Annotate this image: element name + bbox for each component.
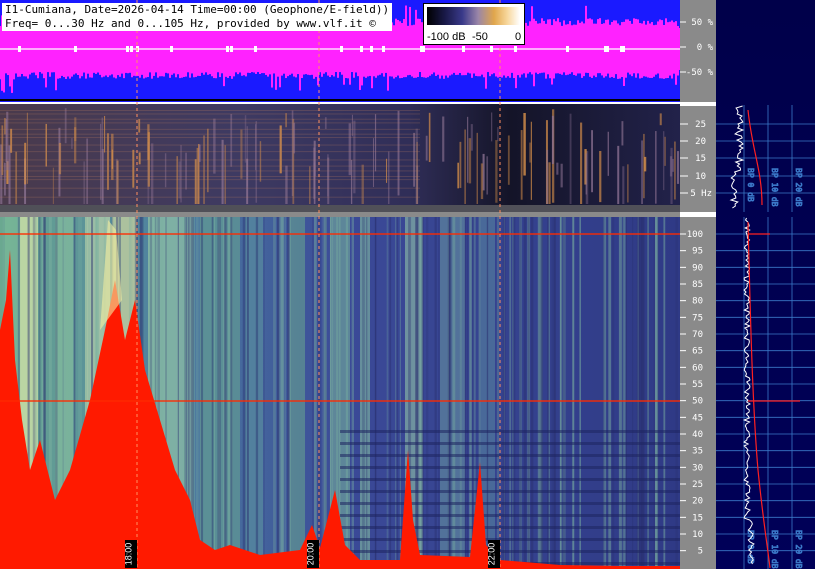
profile-panel: BP 0 dB BP 10 dB BP 20 dB BP 0 dB BP 10 dB BP… <box>716 0 815 569</box>
color-scale-max: 0 <box>515 31 522 43</box>
high-freq-axis-label: 85 <box>692 280 703 290</box>
high-freq-axis-label: 75 <box>692 313 703 323</box>
high-freq-axis-label: 50 <box>692 397 703 407</box>
time-marker-20: 20:00 <box>305 540 319 568</box>
high-freq-axis-label: 100 <box>687 230 703 240</box>
spectrogram-canvas: 50 %0 %-50 %252015105 Hz1009590858075706… <box>0 0 815 569</box>
header-line-1: I1-Cumiana, Date=2026-04-14 Time=00:00 (… <box>5 3 390 16</box>
low-frequency-spectrogram <box>0 104 680 212</box>
profile-axis-label-upper: BP 0 dB <box>746 168 755 202</box>
color-scale-min: -100 dB <box>427 31 466 43</box>
low-freq-axis-label: 10 <box>695 172 706 182</box>
low-freq-axis-label: 20 <box>695 137 706 147</box>
high-freq-axis-label: 60 <box>692 363 703 373</box>
color-scale-mid: -50 <box>472 31 488 43</box>
high-freq-axis-label: 70 <box>692 330 703 340</box>
low-freq-axis-label: 5 Hz <box>690 189 712 199</box>
color-scale-gradient <box>427 7 520 25</box>
profile-axis-label-lower: BP 0 dB <box>746 530 755 564</box>
profile-axis-label-lower: BP 20 dB <box>794 530 803 569</box>
high-freq-axis-label: 10 <box>692 530 703 540</box>
high-freq-axis-label: 25 <box>692 480 703 490</box>
high-frequency-spectrogram <box>0 217 680 569</box>
amplitude-axis-label: 0 % <box>697 43 714 53</box>
low-freq-axis-label: 25 <box>695 120 706 130</box>
high-freq-axis-label: 90 <box>692 263 703 273</box>
high-freq-axis-label: 15 <box>692 513 703 523</box>
high-freq-axis-label: 65 <box>692 347 703 357</box>
amplitude-axis-label: 50 % <box>691 18 713 28</box>
time-marker-18: 18:00 <box>123 540 137 568</box>
high-freq-axis-label: 80 <box>692 297 703 307</box>
high-freq-axis-label: 40 <box>692 430 703 440</box>
high-freq-axis-label: 95 <box>692 247 703 257</box>
high-freq-axis-label: 30 <box>692 463 703 473</box>
profile-axis-label-lower: BP 10 dB <box>770 530 779 569</box>
color-scale-legend: -100 dB -50 0 <box>423 3 525 45</box>
low-freq-axis-label: 15 <box>695 154 706 164</box>
profile-axis-label-upper: BP 10 dB <box>770 168 779 207</box>
high-freq-axis-label: 45 <box>692 413 703 423</box>
high-freq-axis-label: 35 <box>692 447 703 457</box>
time-marker-22: 22:00 <box>486 540 500 568</box>
header-info-box: I1-Cumiana, Date=2026-04-14 Time=00:00 (… <box>2 3 393 31</box>
high-freq-axis-label: 55 <box>692 380 703 390</box>
profile-axis-label-upper: BP 20 dB <box>794 168 803 207</box>
header-line-2: Freq= 0...30 Hz and 0...105 Hz, provided… <box>5 17 376 30</box>
high-freq-axis-label: 5 <box>698 547 703 557</box>
amplitude-axis-label: -50 % <box>686 68 714 78</box>
high-freq-axis-label: 20 <box>692 497 703 507</box>
